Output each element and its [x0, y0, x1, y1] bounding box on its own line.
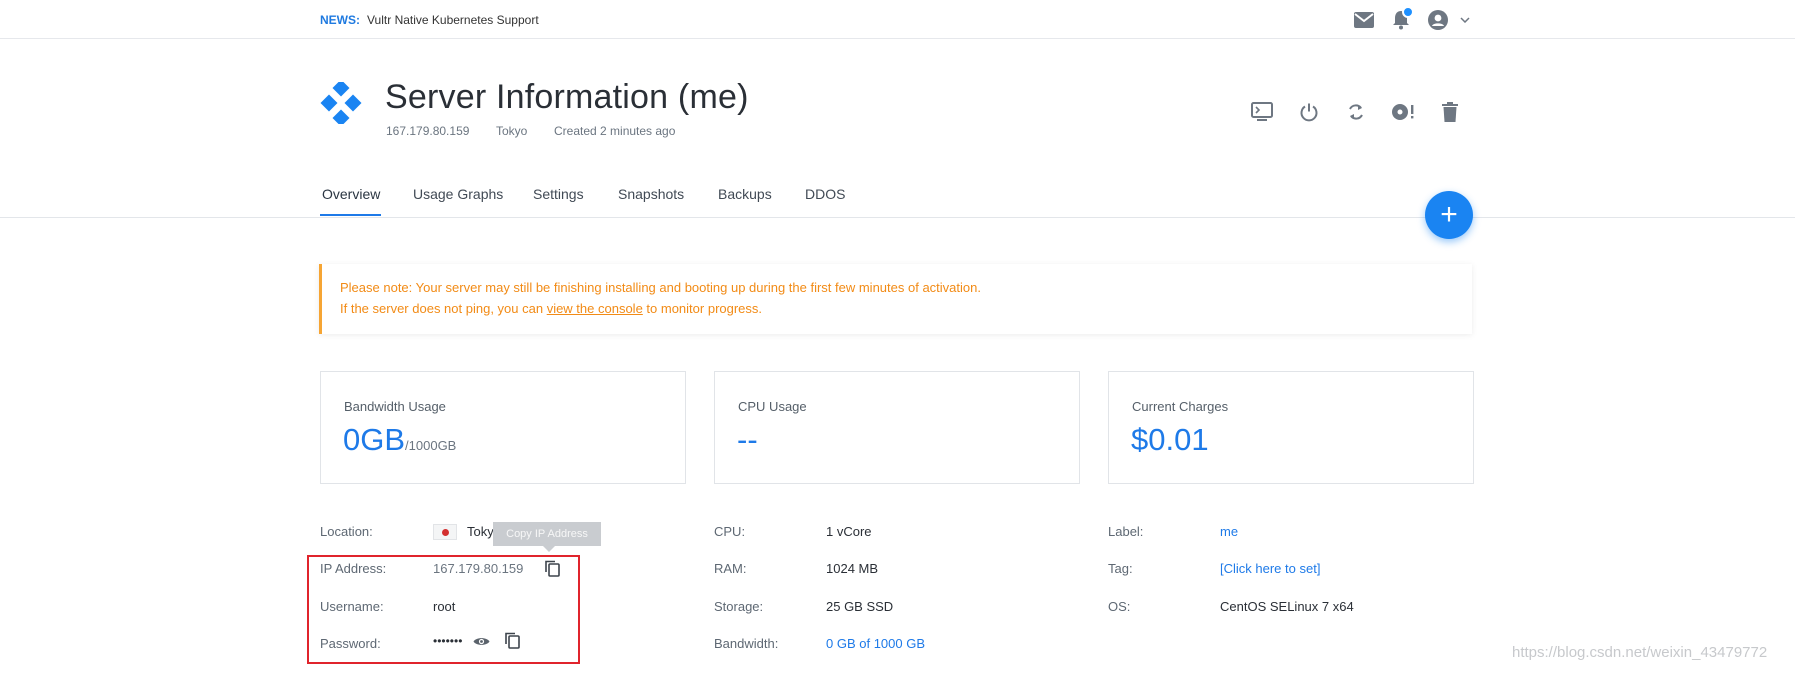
notification-dot [1402, 6, 1414, 18]
card-label: CPU Usage [738, 399, 807, 414]
view-console-link[interactable]: view the console [547, 301, 643, 316]
ram-label: RAM: [714, 561, 747, 576]
tab-settings[interactable]: Settings [533, 186, 584, 202]
power-icon[interactable] [1296, 99, 1322, 125]
mail-icon[interactable] [1353, 9, 1375, 31]
news-link[interactable]: Vultr Native Kubernetes Support [367, 13, 539, 27]
bandwidth-used: 0GB [343, 422, 406, 457]
bandwidth-total: /1000GB [405, 438, 457, 453]
restart-icon[interactable] [1343, 99, 1369, 125]
japan-flag-icon [433, 524, 457, 540]
alert-text: If the server does not ping, you can [340, 301, 547, 316]
alert-line-2: If the server does not ping, you can vie… [340, 301, 762, 316]
page-title: Server Information (me) [385, 78, 749, 116]
storage-label: Storage: [714, 599, 764, 614]
location-label: Location: [320, 524, 373, 539]
server-header [0, 40, 1795, 218]
alert-line-1: Please note: Your server may still be fi… [340, 280, 981, 295]
cpu-usage-card: CPU Usage -- [714, 371, 1080, 484]
card-label: Bandwidth Usage [344, 399, 446, 414]
card-value: $0.01 [1131, 422, 1209, 457]
header-created: Created 2 minutes ago [554, 124, 676, 138]
bandwidth-value-link[interactable]: 0 GB of 1000 GB [826, 636, 925, 651]
news-bar: NEWS: Vultr Native Kubernetes Support [0, 0, 1795, 39]
card-value: 0GB/1000GB [343, 422, 456, 458]
bandwidth-label: Bandwidth: [714, 636, 779, 651]
os-value: CentOS SELinux 7 x64 [1220, 599, 1354, 614]
tab-snapshots[interactable]: Snapshots [618, 186, 684, 202]
active-tab-indicator [320, 214, 381, 216]
watermark: https://blog.csdn.net/weixin_43479772 [1512, 644, 1768, 661]
tag-label: Tag: [1108, 561, 1133, 576]
label-value-link[interactable]: me [1220, 524, 1238, 539]
tab-overview[interactable]: Overview [322, 186, 380, 202]
header-location: Tokyo [496, 124, 528, 138]
reinstall-icon[interactable] [1390, 99, 1416, 125]
activation-alert: Please note: Your server may still be fi… [319, 264, 1472, 334]
header-ip: 167.179.80.159 [386, 124, 470, 138]
console-icon[interactable] [1249, 99, 1275, 125]
trash-icon[interactable] [1437, 99, 1463, 125]
plus-icon: + [1440, 198, 1458, 231]
storage-value: 25 GB SSD [826, 599, 894, 614]
tab-usage-graphs[interactable]: Usage Graphs [413, 186, 503, 202]
vultr-logo-icon [320, 79, 362, 127]
tag-set-link[interactable]: [Click here to set] [1220, 561, 1320, 576]
label-label: Label: [1108, 524, 1144, 539]
credentials-highlight-box [307, 555, 580, 664]
tab-backups[interactable]: Backups [718, 186, 772, 202]
tab-ddos[interactable]: DDOS [805, 186, 845, 202]
os-label: OS: [1108, 599, 1131, 614]
user-avatar-icon[interactable] [1427, 9, 1449, 31]
card-label: Current Charges [1132, 399, 1229, 414]
cpu-label: CPU: [714, 524, 746, 539]
news-label: NEWS: [320, 13, 360, 27]
alert-text: to monitor progress. [642, 301, 763, 316]
cpu-value: 1 vCore [826, 524, 872, 539]
chevron-down-icon[interactable] [1458, 9, 1472, 31]
copy-ip-tooltip: Copy IP Address [493, 522, 601, 552]
add-button[interactable]: + [1425, 191, 1473, 239]
ram-value: 1024 MB [826, 561, 879, 576]
current-charges-card: Current Charges $0.01 [1108, 371, 1474, 484]
card-value: -- [737, 422, 758, 457]
bandwidth-usage-card: Bandwidth Usage 0GB/1000GB [320, 371, 686, 484]
